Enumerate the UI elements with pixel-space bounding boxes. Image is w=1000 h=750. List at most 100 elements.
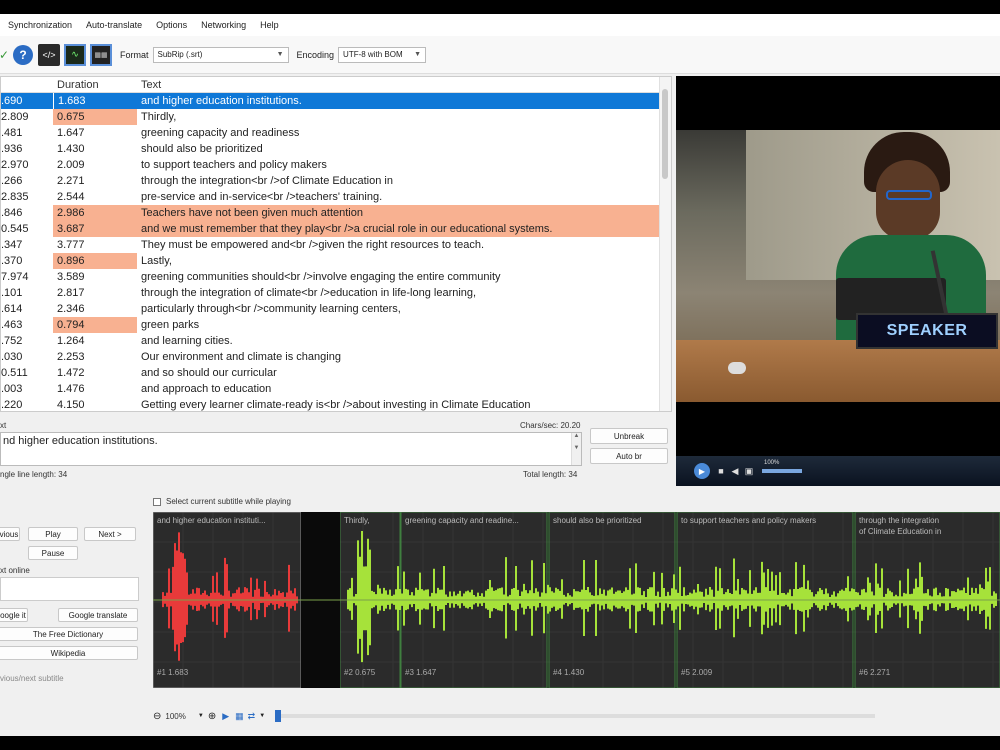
position-slider[interactable]: [275, 710, 876, 722]
zoom-value[interactable]: 100%: [165, 712, 185, 721]
cup: [728, 362, 746, 374]
text-cell: green parks: [141, 319, 200, 331]
duration-cell: 2.817: [57, 287, 85, 299]
play-selection-icon[interactable]: ▶: [222, 711, 229, 722]
start-time-cell: .936: [1, 143, 23, 155]
desk: [676, 340, 1000, 402]
encoding-select[interactable]: UTF-8 with BOM ▼: [338, 46, 427, 63]
start-time-cell: .846: [1, 207, 23, 219]
table-row[interactable]: .030 2.253 Our environment and climate is …: [1, 349, 671, 365]
table-row[interactable]: .003 1.476 and approach to education: [1, 381, 671, 397]
free-dictionary-button[interactable]: The Free Dictionary: [0, 627, 138, 641]
start-time-cell: .481: [1, 127, 23, 139]
source-view-icon[interactable]: </>: [38, 43, 60, 66]
duration-cell: 1.476: [57, 383, 85, 395]
search-online-input[interactable]: [0, 577, 139, 601]
position-slider-thumb[interactable]: [275, 710, 282, 722]
unbreak-button[interactable]: Unbreak: [590, 428, 668, 444]
table-row[interactable]: .220 4.150 Getting every learner climate-r…: [1, 397, 671, 411]
table-row[interactable]: .481 1.647 greening capacity and readiness: [1, 125, 671, 141]
text-cell: Teachers have not been given much attent…: [137, 205, 661, 221]
segment-number: #5 2.009: [681, 668, 713, 677]
table-row[interactable]: .690 1.683 and higher education institutio…: [1, 93, 671, 109]
stop-icon[interactable]: ■: [716, 466, 726, 476]
menu-help[interactable]: Help: [260, 20, 279, 30]
menu-auto-translate[interactable]: Auto-translate: [86, 20, 142, 30]
pause-button[interactable]: Pause: [28, 546, 78, 560]
menu-synchronization[interactable]: Synchronization: [8, 20, 72, 30]
table-row[interactable]: 0.511 1.472 and so should our curricular: [1, 365, 671, 381]
start-time-cell: 2.970: [1, 159, 29, 171]
menu-options[interactable]: Options: [156, 20, 187, 30]
google-it-button[interactable]: oogle it: [0, 608, 28, 622]
text-cell: greening communities should<br />involve…: [141, 271, 501, 283]
table-row[interactable]: 2.970 2.009 to support teachers and polic…: [1, 157, 671, 173]
table-row[interactable]: .266 2.271 through the integration<br />of…: [1, 173, 671, 189]
volume-slider[interactable]: 100%: [762, 460, 802, 473]
segment-label: Thirdly,: [344, 516, 370, 525]
fullscreen-icon[interactable]: ▣: [744, 466, 754, 476]
table-row[interactable]: 0.545 3.687 and we must remember that they…: [1, 221, 671, 237]
segment-label: to support teachers and policy makers: [681, 516, 817, 525]
arrows-icon[interactable]: ⇄: [248, 711, 256, 722]
duration-cell: 0.675: [53, 109, 137, 125]
zoom-out-icon[interactable]: ⊖: [153, 711, 161, 722]
col-text-header[interactable]: Text: [137, 77, 661, 93]
table-row[interactable]: .101 2.817 through the integration of clim…: [1, 285, 671, 301]
table-row[interactable]: .936 1.430 should also be prioritized: [1, 141, 671, 157]
select-current-checkbox[interactable]: [153, 498, 161, 506]
segment-number: #3 1.647: [405, 668, 437, 677]
duration-cell: 2.986: [53, 205, 137, 221]
previous-button[interactable]: vious: [0, 527, 20, 541]
play-button[interactable]: Play: [28, 527, 78, 541]
volume-icon[interactable]: ◀: [730, 466, 740, 476]
grid-icon[interactable]: ▦: [235, 711, 244, 722]
chevron-down-icon[interactable]: ▼: [259, 713, 265, 719]
next-button[interactable]: Next >: [84, 527, 136, 541]
table-row[interactable]: .463 0.794 green parks: [1, 317, 671, 333]
table-row[interactable]: .846 2.986 Teachers have not been given mu…: [1, 205, 671, 221]
play-icon[interactable]: ▶: [694, 463, 710, 479]
table-row[interactable]: .370 0.896 Lastly,: [1, 253, 671, 269]
encoding-select-value: UTF-8 with BOM: [343, 50, 403, 59]
table-row[interactable]: .614 2.346 particularly through<br />commu…: [1, 301, 671, 317]
checkmark-icon[interactable]: ✓: [0, 44, 9, 66]
text-cell: and approach to education: [141, 383, 272, 395]
segment-number: #2 0.675: [344, 668, 376, 677]
video-player[interactable]: SPEAKER ▶ ■ ◀ ▣ 100%: [676, 76, 1000, 486]
table-row[interactable]: 2.809 0.675 Thirdly,: [1, 109, 671, 125]
format-select[interactable]: SubRip (.srt) ▼: [152, 46, 289, 63]
duration-cell: 2.544: [57, 191, 85, 203]
text-cell: greening capacity and readiness: [141, 127, 300, 139]
table-row[interactable]: .752 1.264 and learning cities.: [1, 333, 671, 349]
vertical-scrollbar[interactable]: [659, 77, 671, 411]
text-cell: particularly through<br />community lear…: [141, 303, 401, 315]
start-time-cell: .370: [1, 255, 23, 267]
waveform-toggle-icon[interactable]: ∿: [64, 43, 86, 66]
subtitle-text-input[interactable]: nd higher education institutions. ▲ ▼: [0, 432, 582, 466]
zoom-in-icon[interactable]: ⊕: [208, 711, 216, 722]
table-row[interactable]: .347 3.777 They must be empowered and<br /…: [1, 237, 671, 253]
wikipedia-button[interactable]: Wikipedia: [0, 646, 138, 660]
text-cell: Lastly,: [141, 255, 172, 267]
text-scrollbar[interactable]: ▲ ▼: [571, 433, 581, 465]
glasses: [886, 190, 932, 200]
video-toggle-icon[interactable]: ▦▦: [90, 43, 112, 66]
help-icon[interactable]: ?: [12, 44, 34, 66]
start-time-cell: 2.835: [1, 191, 29, 203]
subtitle-list[interactable]: Duration Text .690 1.683 and higher educat…: [0, 76, 672, 412]
auto-br-button[interactable]: Auto br: [590, 448, 668, 464]
segment-number: #6 2.271: [859, 668, 891, 677]
chevron-down-icon[interactable]: ▼: [198, 713, 204, 719]
menu-networking[interactable]: Networking: [201, 20, 246, 30]
col-duration-header[interactable]: Duration: [53, 77, 137, 93]
start-time-cell: 2.809: [1, 111, 29, 123]
audio-waveform[interactable]: and higher education instituti... #1 1.68…: [153, 512, 1000, 688]
table-row[interactable]: 7.974 3.589 greening communities should<br…: [1, 269, 671, 285]
total-length: Total length: 34: [523, 470, 578, 479]
subtitle-text-value: nd higher education institutions.: [3, 435, 158, 447]
table-row[interactable]: 2.835 2.544 pre-service and in-service<br …: [1, 189, 671, 205]
scrollbar-thumb[interactable]: [662, 89, 668, 179]
text-cell: should also be prioritized: [141, 143, 263, 155]
google-translate-button[interactable]: Google translate: [58, 608, 138, 622]
